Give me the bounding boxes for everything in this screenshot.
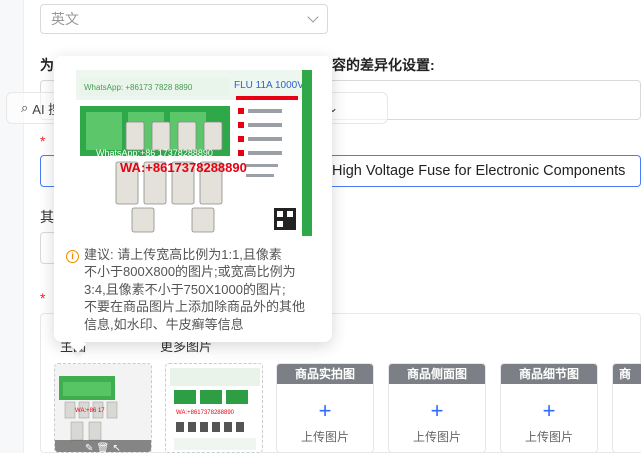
- upload-slot-label: 上传图片: [524, 430, 573, 444]
- upload-slot-detail[interactable]: 商品细节图 + 上传图片: [500, 363, 598, 453]
- upload-slot-title: 商品细节图: [501, 364, 597, 384]
- tooltip-line: 不要在商品图片上添加除商品外的其他: [84, 299, 306, 315]
- fuse-product-illustration: WhatsApp: +86173 7828 8890 WhatsApp:+86 …: [76, 70, 312, 236]
- svg-text:WA:+86 17: WA:+86 17: [75, 408, 105, 414]
- other-field-label: 其: [40, 209, 54, 225]
- plus-icon: +: [318, 398, 332, 423]
- product-photo-thumbnail: WA:+8617378288890: [166, 364, 262, 452]
- upload-slot-label: 上传图片: [412, 430, 461, 444]
- section-heading-prefix: 为: [40, 57, 54, 73]
- upload-slot-partial[interactable]: 商: [612, 363, 641, 453]
- language-select-value: 英文: [51, 11, 79, 27]
- upload-slot-title: 商品侧面图: [389, 364, 485, 384]
- plus-icon: +: [542, 398, 556, 423]
- product-photo-thumbnail: WA:+86 17 ✎ 🗑 ↖: [55, 364, 151, 453]
- plus-icon: +: [430, 398, 444, 423]
- left-sidebar: [0, 0, 24, 453]
- upload-slot-real-shot[interactable]: 商品实拍图 + 上传图片: [276, 363, 374, 453]
- tooltip-text: 建议: 请上传宽高比例为1:1,且像素 不小于800X800的图片;或宽高比例为…: [84, 246, 324, 333]
- upload-slot-label: 上传图片: [300, 430, 349, 444]
- tooltip-line: 信息,如水印、牛皮癣等信息: [84, 316, 244, 332]
- tooltip-line: 不小于800X800的图片;或宽高比例为: [84, 264, 296, 280]
- upload-slot-title: 商品实拍图: [277, 364, 373, 384]
- title-required-mark: *: [40, 133, 46, 149]
- title-input-value: High Voltage Fuse for Electronic Compone…: [332, 163, 626, 179]
- svg-text:✎ 🗑 ↖: ✎ 🗑 ↖: [85, 442, 121, 453]
- images-required-mark: *: [40, 290, 46, 306]
- svg-text:WA:+8617378288890: WA:+8617378288890: [176, 410, 235, 416]
- section-heading-suffix: 容的差异化设置:: [332, 57, 435, 73]
- info-icon: i: [66, 250, 79, 263]
- example-product-image: WhatsApp: +86173 7828 8890 WhatsApp:+86 …: [76, 70, 312, 236]
- search-icon: ⌕: [21, 100, 29, 115]
- more-image-thumbnail[interactable]: WA:+8617378288890: [165, 363, 263, 453]
- upload-slot-side-view[interactable]: 商品侧面图 + 上传图片: [388, 363, 486, 453]
- svg-text:WhatsApp:+86 17378288890: WhatsApp:+86 17378288890: [96, 148, 213, 158]
- image-guideline-tooltip: WhatsApp: +86173 7828 8890 WhatsApp:+86 …: [54, 56, 332, 353]
- svg-text:WhatsApp: +86173 7828 8890: WhatsApp: +86173 7828 8890: [84, 83, 193, 92]
- tooltip-line: 建议: 请上传宽高比例为1:1,且像素: [84, 247, 282, 262]
- upload-slot-title: 商: [613, 364, 641, 384]
- language-select[interactable]: 英文: [40, 4, 328, 34]
- fuse-spec-label: FLU 11A 1000V: [234, 80, 304, 91]
- tooltip-line: 3:4,且像素不小于750X1000的图片;: [84, 281, 286, 297]
- main-image-thumbnail[interactable]: WA:+86 17 ✎ 🗑 ↖: [54, 363, 152, 453]
- chevron-down-icon: [307, 11, 319, 23]
- svg-text:WA:+8617378288890: WA:+8617378288890: [120, 160, 247, 175]
